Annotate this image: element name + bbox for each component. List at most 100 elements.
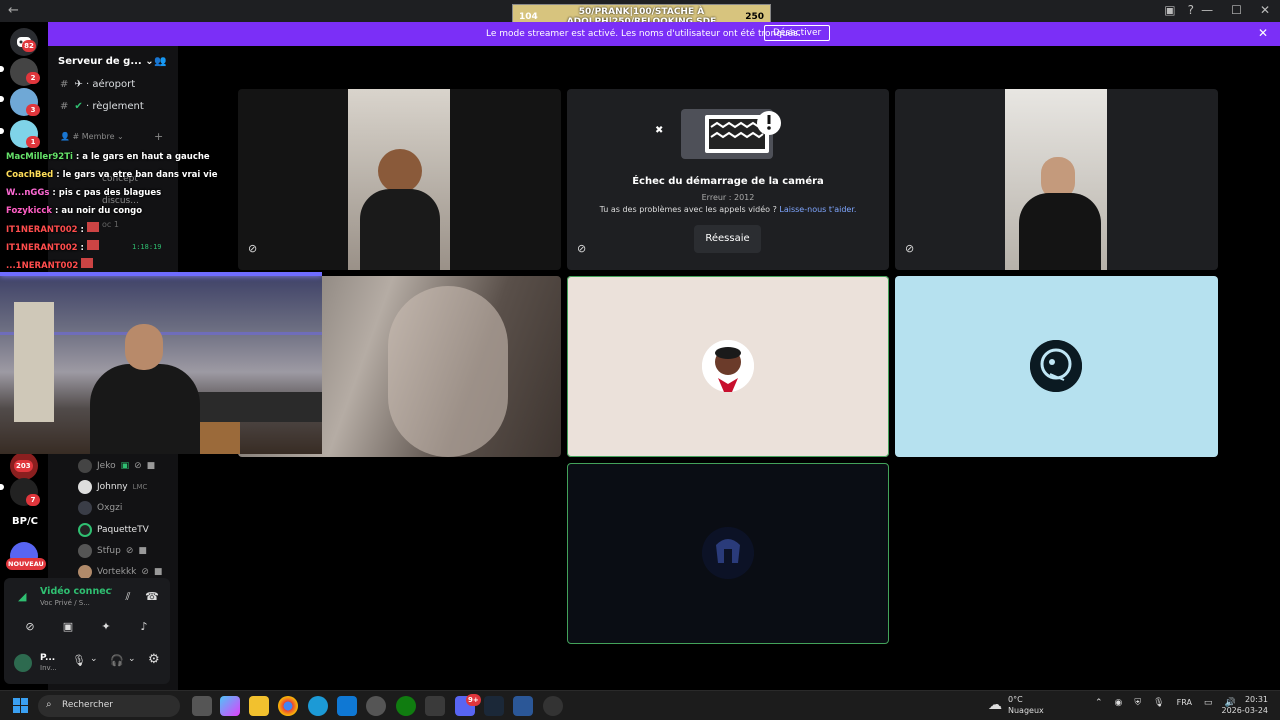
camera-off-icon: ⊘	[905, 242, 915, 255]
video-tile-7[interactable]	[567, 463, 889, 644]
chat-line: MacMiller92Ti : a le gars en haut a gauc…	[6, 152, 210, 162]
help-icon[interactable]: ?	[1188, 3, 1194, 17]
home-badge: 82	[22, 40, 36, 52]
video-tile-6[interactable]	[895, 276, 1218, 457]
camera-off-icon: ⊘	[141, 567, 149, 577]
member-item[interactable]: PaquetteTV	[78, 522, 149, 538]
maximize-button[interactable]: ☐	[1231, 3, 1242, 17]
people-icon: 👤	[60, 132, 70, 141]
user-avatar	[1030, 340, 1082, 392]
signal-icon: ◢	[18, 590, 27, 603]
server-name[interactable]: Serveur de g... ⌄	[58, 56, 154, 67]
camera-error-title: Échec du démarrage de la caméra	[632, 176, 824, 187]
avatar	[78, 544, 92, 558]
category-membre[interactable]: 👤 # Membre ⌄	[60, 132, 124, 141]
cloud-icon: ☁	[988, 697, 1002, 713]
video-tile-3[interactable]: ⊘	[895, 89, 1218, 270]
member-item[interactable]: Stfup ⊘ ■	[78, 543, 147, 559]
chat-username: Fozykicck	[6, 206, 53, 216]
chat-line: IT1NERANT002 :	[0, 222, 230, 240]
unread-pill	[0, 128, 4, 134]
member-item[interactable]: Johnny LMC	[78, 479, 147, 495]
obs-icon[interactable]	[543, 696, 563, 716]
network-icon[interactable]: ◉	[1115, 698, 1123, 708]
windows-start-icon[interactable]	[13, 698, 29, 714]
server-badge: 1	[26, 136, 40, 148]
task-view-icon[interactable]	[192, 696, 212, 716]
activities-icon[interactable]: ✦	[94, 618, 118, 636]
chat-line: IT1NERANT002 :	[0, 240, 230, 258]
voice-status[interactable]: Vidéo connectée	[40, 586, 112, 597]
category-label: Membre	[81, 132, 115, 141]
video-feed	[348, 89, 450, 270]
camera-off-icon: ⊘	[134, 461, 142, 471]
headphones-icon[interactable]: 🎧	[110, 654, 124, 667]
check-icon: ✔	[74, 101, 83, 112]
add-member-icon[interactable]: 👥	[154, 56, 166, 67]
channel-item-aeroport[interactable]: # ✈ · aéroport	[60, 79, 135, 90]
chat-username: MacMiller92Ti	[6, 152, 73, 162]
discord-badge: 9+	[466, 694, 481, 706]
chat-message: a le gars en haut a gauche	[82, 152, 210, 162]
avatar	[78, 523, 92, 537]
camera-toggle-icon[interactable]: ⊘	[18, 618, 42, 636]
camera-off-icon: ⊘	[125, 546, 134, 556]
plane-icon: ✈	[74, 79, 83, 90]
stream-chat-overlay: MacMiller92Ti : a le gars en haut a gauc…	[0, 150, 230, 276]
microphone-icon[interactable]: 🎙	[72, 654, 86, 667]
settings-icon[interactable]	[366, 696, 386, 716]
edge-icon[interactable]	[308, 696, 328, 716]
mail-icon[interactable]	[337, 696, 357, 716]
settings-gear-icon[interactable]: ⚙	[148, 652, 160, 667]
mic-tray-icon[interactable]: 🎙	[1153, 698, 1164, 708]
close-icon[interactable]: ✕	[1258, 26, 1268, 40]
disconnect-icon[interactable]: ☎	[140, 588, 164, 606]
user-panel[interactable]: P... Inv... 🎙 ⌄ 🎧 ⌄ ⚙	[12, 650, 172, 674]
system-tray: ⌃ ◉ ⛨ 🎙 FRA ▭ 🔊	[1095, 698, 1236, 708]
date: 2026-03-24	[1221, 706, 1269, 715]
add-channel-icon[interactable]: +	[154, 130, 163, 143]
steam-icon[interactable]	[484, 696, 504, 716]
chevron-down-icon[interactable]: ⌄	[128, 654, 136, 664]
chat-username: IT1NERANT002	[6, 225, 78, 235]
close-window-button[interactable]: ✕	[1260, 3, 1270, 17]
member-item[interactable]: Jeko ▣ ⊘ ■	[78, 458, 155, 474]
taskbar-search[interactable]: ⌕ Rechercher	[38, 695, 180, 717]
file-explorer-icon[interactable]	[249, 696, 269, 716]
video-feed	[1005, 89, 1107, 270]
chrome-icon[interactable]	[278, 696, 298, 716]
text-channel-icon: #	[60, 79, 69, 90]
member-name: Oxgzi	[97, 503, 123, 513]
store-icon[interactable]	[425, 696, 445, 716]
minimize-button[interactable]: —	[1201, 3, 1213, 17]
server-badge: 7	[26, 494, 40, 506]
language-indicator[interactable]: FRA	[1177, 698, 1192, 708]
xbox-icon[interactable]	[396, 696, 416, 716]
video-tile-1[interactable]: ⊘	[238, 89, 561, 270]
member-name: Johnny	[97, 482, 128, 492]
soundboard-icon[interactable]: ♪	[132, 618, 156, 636]
back-arrow-icon[interactable]: ←	[8, 3, 19, 18]
server-bpc[interactable]: BP/C	[12, 516, 38, 527]
disable-streamer-mode-button[interactable]: Désactiver	[764, 25, 831, 41]
voice-room[interactable]: Voc Privé / S...	[40, 599, 90, 607]
screen-share-icon[interactable]: ▣	[56, 618, 80, 636]
chevron-up-icon[interactable]: ⌃	[1095, 698, 1103, 708]
clock[interactable]: 20:31 2026-03-24	[1222, 694, 1269, 716]
retry-button[interactable]: Réessaie	[694, 225, 761, 253]
shield-icon[interactable]: ⛨	[1134, 698, 1141, 708]
help-link[interactable]: Laisse-nous t'aider.	[779, 205, 856, 214]
video-tile-speaking[interactable]	[567, 276, 889, 457]
app-icon[interactable]	[513, 696, 533, 716]
camera-off-icon: ⊘	[248, 242, 258, 255]
unread-pill	[0, 66, 4, 72]
chat-username: IT1NERANT002	[6, 243, 78, 253]
search-icon: ⌕	[46, 699, 52, 710]
display-icon[interactable]: ▭	[1204, 698, 1213, 708]
member-item[interactable]: Oxgzi	[78, 500, 122, 516]
inbox-icon[interactable]: ▣	[1164, 3, 1175, 17]
noise-suppression-icon[interactable]: ⫽	[116, 588, 140, 606]
channel-item-reglement[interactable]: # ✔ · règlement	[60, 101, 144, 112]
copilot-icon[interactable]	[220, 696, 240, 716]
chevron-down-icon[interactable]: ⌄	[90, 654, 98, 664]
